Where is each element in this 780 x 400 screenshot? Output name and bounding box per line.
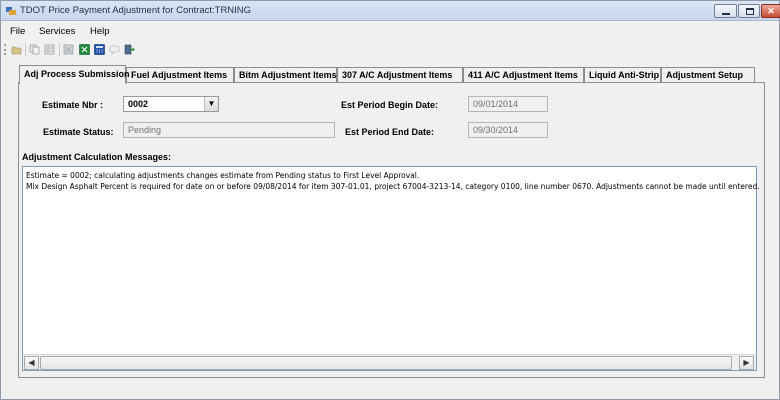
tab-307-ac-adjustment-items[interactable]: 307 A/C Adjustment Items bbox=[337, 67, 463, 83]
scrollbar-thumb[interactable] bbox=[40, 356, 732, 370]
app-window: TDOT Price Payment Adjustment for Contra… bbox=[0, 0, 780, 400]
maximize-icon bbox=[746, 8, 754, 15]
estimate-nbr-value: 0002 bbox=[128, 99, 149, 109]
estimate-nbr-label: Estimate Nbr : bbox=[42, 100, 104, 110]
menu-services[interactable]: Services bbox=[39, 26, 75, 37]
tab-label: Adj Process Submission bbox=[24, 69, 130, 79]
app-icon bbox=[6, 7, 16, 15]
tab-411-ac-adjustment-items[interactable]: 411 A/C Adjustment Items bbox=[463, 67, 584, 83]
chevron-down-icon[interactable]: ▼ bbox=[204, 97, 218, 111]
exit-icon[interactable] bbox=[124, 44, 135, 55]
messages-textbox[interactable]: Estimate = 0002; calculating adjustments… bbox=[22, 166, 760, 371]
tab-label: Adjustment Setup bbox=[666, 70, 744, 80]
excel-icon[interactable] bbox=[79, 44, 90, 55]
menu-file[interactable]: File bbox=[10, 26, 25, 37]
tab-label: 307 A/C Adjustment Items bbox=[342, 70, 453, 80]
calculator-grey-icon[interactable] bbox=[63, 44, 74, 55]
menu-bar: File Services Help bbox=[1, 22, 779, 40]
tab-adj-process-submission[interactable]: Adj Process Submission bbox=[19, 65, 130, 84]
close-icon: ✕ bbox=[767, 6, 775, 16]
scroll-right-icon[interactable]: ▶ bbox=[739, 356, 754, 370]
menu-help[interactable]: Help bbox=[90, 26, 110, 37]
minimize-icon bbox=[722, 13, 730, 15]
tab-liquid-anti-strip[interactable]: Liquid Anti-Strip bbox=[584, 67, 661, 83]
tab-bitm-adjustment-items[interactable]: Bitm Adjustment Items bbox=[234, 67, 337, 83]
copy-icon[interactable] bbox=[29, 44, 40, 55]
estimate-nbr-dropdown[interactable]: 0002 ▼ bbox=[123, 96, 219, 112]
end-date-label: Est Period End Date: bbox=[345, 127, 435, 137]
tab-label: 411 A/C Adjustment Items bbox=[468, 70, 578, 80]
tab-label: Bitm Adjustment Items bbox=[239, 70, 337, 80]
messages-heading: Adjustment Calculation Messages: bbox=[22, 152, 172, 162]
end-date-value: 09/30/2014 bbox=[473, 125, 519, 135]
window-title: TDOT Price Payment Adjustment for Contra… bbox=[20, 5, 252, 16]
toolbar-grip[interactable] bbox=[4, 44, 6, 55]
toolbar-separator bbox=[59, 43, 60, 56]
close-button[interactable]: ✕ bbox=[761, 4, 780, 18]
tab-label: Liquid Anti-Strip bbox=[589, 70, 660, 80]
open-icon[interactable] bbox=[11, 44, 22, 55]
scroll-left-icon[interactable]: ◀ bbox=[24, 356, 39, 370]
minimize-button[interactable] bbox=[714, 4, 737, 18]
message-line: Estimate = 0002; calculating adjustments… bbox=[26, 171, 420, 180]
begin-date-field[interactable]: 09/01/2014 bbox=[468, 96, 548, 112]
toolbar-separator bbox=[25, 43, 26, 56]
estimate-status-label: Estimate Status: bbox=[43, 127, 114, 137]
tab-adjustment-setup[interactable]: Adjustment Setup bbox=[661, 67, 755, 83]
comment-icon[interactable] bbox=[109, 44, 120, 55]
horizontal-scrollbar[interactable]: ◀ ▶ bbox=[23, 354, 756, 370]
message-line: Mix Design Asphalt Percent is required f… bbox=[26, 182, 760, 191]
begin-date-value: 09/01/2014 bbox=[473, 99, 519, 109]
maximize-button[interactable] bbox=[738, 4, 760, 18]
toolbar bbox=[1, 40, 779, 59]
estimate-status-value: Pending bbox=[128, 125, 162, 135]
tab-strip: Adj Process Submission Fuel Adjustment I… bbox=[19, 65, 759, 84]
grid-icon[interactable] bbox=[44, 44, 55, 55]
tab-fuel-adjustment-items[interactable]: Fuel Adjustment Items bbox=[126, 67, 234, 83]
tab-label: Fuel Adjustment Items bbox=[131, 70, 228, 80]
title-bar: TDOT Price Payment Adjustment for Contra… bbox=[1, 1, 780, 21]
end-date-field[interactable]: 09/30/2014 bbox=[468, 122, 548, 138]
estimate-status-field[interactable]: Pending bbox=[123, 122, 335, 138]
begin-date-label: Est Period Begin Date: bbox=[341, 100, 439, 110]
calculator-icon[interactable] bbox=[94, 44, 105, 55]
